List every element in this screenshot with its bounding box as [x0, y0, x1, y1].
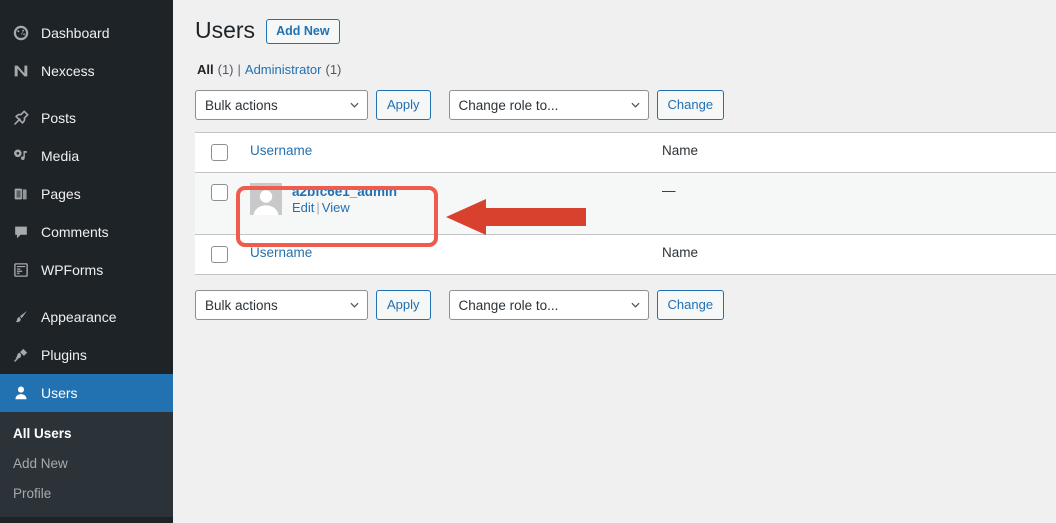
sidebar-item-comments[interactable]: Comments — [0, 213, 173, 251]
row-actions-separator: | — [316, 200, 320, 215]
sidebar-item-label: Posts — [41, 110, 77, 126]
table-header-row: Username Name — [195, 132, 1056, 173]
apply-button-bottom[interactable]: Apply — [376, 290, 431, 320]
sidebar-item-label: Appearance — [41, 309, 117, 325]
bulk-actions-select-wrap-bottom: Bulk actions — [195, 290, 368, 320]
dashboard-icon — [11, 23, 31, 43]
users-page-wrap: Users Add New All (1) | Administrator (1) Bu… — [173, 0, 1056, 321]
sidebar-subitem-all-users[interactable]: All Users — [0, 419, 173, 449]
user-meta: a2bfc6e1_admin Edit | View — [292, 183, 397, 216]
sidebar-item-label: Users — [41, 385, 78, 401]
select-all-checkbox-bottom[interactable] — [211, 246, 228, 263]
sidebar-item-label: WPForms — [41, 262, 104, 278]
sidebar-subitem-profile[interactable]: Profile — [0, 479, 173, 509]
add-new-user-button[interactable]: Add New — [266, 18, 340, 44]
filter-count-administrator: (1) — [325, 62, 342, 77]
apply-button-top[interactable]: Apply — [376, 90, 431, 120]
row-checkbox[interactable] — [211, 184, 228, 201]
sidebar-item-label: Media — [41, 148, 80, 164]
nexcess-icon — [11, 61, 31, 81]
change-role-button-bottom[interactable]: Change — [656, 290, 725, 320]
media-icon — [11, 146, 31, 166]
sidebar-submenu-users: All Users Add New Profile — [0, 412, 173, 517]
username-sort-link-top[interactable]: Username — [250, 143, 312, 158]
select-all-footer — [195, 234, 242, 275]
table-row: a2bfc6e1_admin Edit | View — — [195, 172, 1056, 235]
filter-link-all[interactable]: All — [197, 62, 214, 77]
comment-icon — [11, 222, 31, 242]
sidebar-item-label: Nexcess — [41, 63, 95, 79]
users-table-head: Username Name — [195, 132, 1056, 173]
page-header: Users Add New — [195, 14, 1056, 48]
filter-divider: | — [237, 62, 241, 77]
plug-icon — [11, 345, 31, 365]
bulk-actions-select-bottom[interactable]: Bulk actions — [195, 290, 368, 320]
users-table-body: a2bfc6e1_admin Edit | View — — [195, 172, 1056, 235]
sidebar-item-media[interactable]: Media — [0, 137, 173, 175]
filter-count-all: (1) — [217, 62, 234, 77]
name-header-label-bottom: Name — [662, 245, 699, 260]
change-role-select-bottom[interactable]: Change role to... — [448, 290, 649, 320]
row-select-cell — [195, 173, 242, 235]
sidebar-item-label: Comments — [41, 224, 109, 240]
tablenav-bottom: Bulk actions Apply Change role to... Cha… — [195, 289, 1056, 321]
change-role-select-top[interactable]: Change role to... — [448, 90, 649, 120]
username-column-header: Username — [242, 132, 652, 173]
sidebar-item-pages[interactable]: Pages — [0, 175, 173, 213]
sidebar-item-nexcess[interactable]: Nexcess — [0, 52, 173, 90]
row-name-cell: — — [652, 173, 1056, 235]
sidebar-subitem-add-new[interactable]: Add New — [0, 449, 173, 479]
row-username-cell: a2bfc6e1_admin Edit | View — [242, 173, 652, 235]
name-column-header: Name — [652, 132, 1056, 173]
sidebar-item-label: Pages — [41, 186, 81, 202]
sidebar-item-appearance[interactable]: Appearance — [0, 298, 173, 336]
sidebar-item-label: Plugins — [41, 347, 87, 363]
view-user-link[interactable]: View — [322, 200, 350, 215]
name-column-footer: Name — [652, 234, 1056, 275]
users-table: Username Name a2bfc6e1_admin Edit | View… — [195, 132, 1056, 275]
user-icon — [11, 383, 31, 403]
page-title: Users — [195, 17, 256, 44]
users-table-foot: Username Name — [195, 234, 1056, 275]
pushpin-icon — [11, 108, 31, 128]
select-all-header — [195, 132, 242, 173]
sidebar-item-label: Dashboard — [41, 25, 110, 41]
table-footer-row: Username Name — [195, 234, 1056, 275]
avatar — [250, 183, 282, 215]
user-cell: a2bfc6e1_admin Edit | View — [250, 183, 644, 216]
sidebar-item-dashboard[interactable]: Dashboard — [0, 14, 173, 52]
name-header-label-top: Name — [662, 143, 699, 158]
username-sort-link-bottom[interactable]: Username — [250, 245, 312, 260]
paintbrush-icon — [11, 307, 31, 327]
bulk-actions-select-wrap-top: Bulk actions — [195, 90, 368, 120]
username-link[interactable]: a2bfc6e1_admin — [292, 183, 397, 200]
status-filter-links: All (1) | Administrator (1) — [197, 62, 1056, 77]
wpforms-icon — [11, 260, 31, 280]
sidebar-item-posts[interactable]: Posts — [0, 99, 173, 137]
bulk-actions-select-top[interactable]: Bulk actions — [195, 90, 368, 120]
change-role-select-wrap-bottom: Change role to... — [448, 290, 649, 320]
change-role-select-wrap-top: Change role to... — [448, 90, 649, 120]
edit-user-link[interactable]: Edit — [292, 200, 314, 215]
pages-icon — [11, 184, 31, 204]
user-display-name: — — [662, 183, 676, 198]
main-content: Users Add New All (1) | Administrator (1) Bu… — [173, 0, 1056, 523]
select-all-checkbox-top[interactable] — [211, 144, 228, 161]
tablenav-top: Bulk actions Apply Change role to... Cha… — [195, 89, 1056, 121]
row-actions: Edit | View — [292, 200, 350, 215]
sidebar-item-users[interactable]: Users — [0, 374, 181, 412]
sidebar-item-wpforms[interactable]: WPForms — [0, 251, 173, 289]
sidebar-item-plugins[interactable]: Plugins — [0, 336, 173, 374]
filter-link-administrator[interactable]: Administrator — [245, 62, 322, 77]
admin-sidebar: Dashboard Nexcess Posts Media Pages Comm… — [0, 0, 181, 523]
change-role-button-top[interactable]: Change — [656, 90, 725, 120]
username-column-footer: Username — [242, 234, 652, 275]
